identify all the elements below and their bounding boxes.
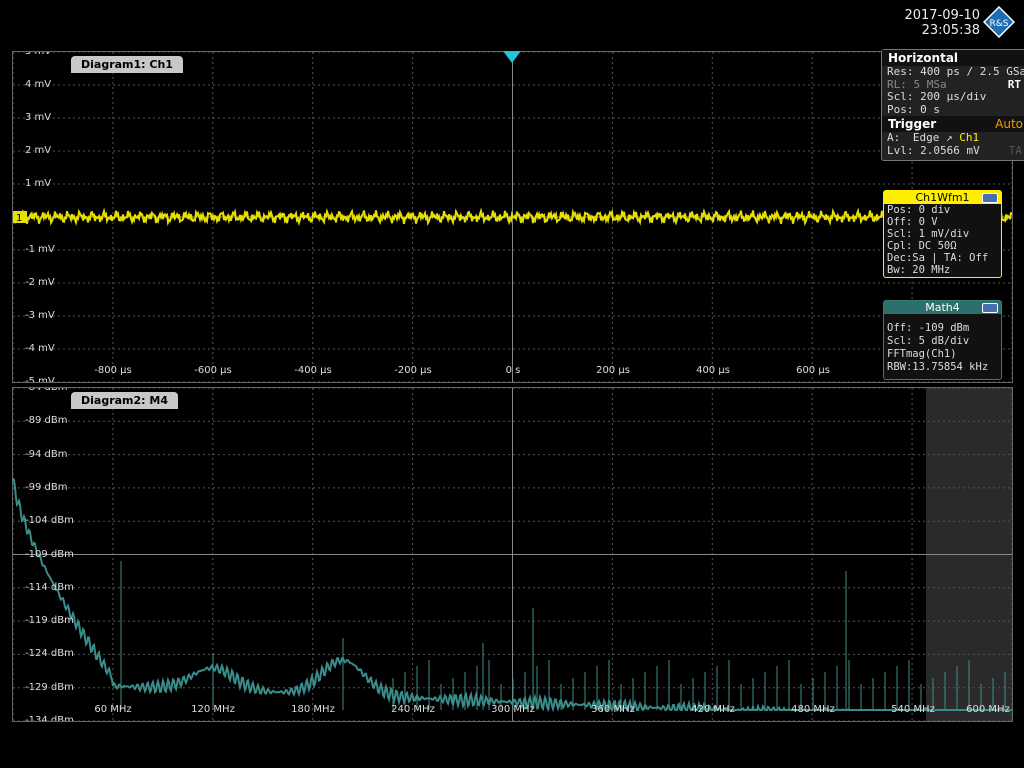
math4-info-row: RBW:13.75854 kHz [887, 361, 989, 373]
y-tick-label: -129 dBm [25, 681, 74, 693]
y-tick-label: -84 dBm [25, 387, 68, 393]
y-tick-label: -134 dBm [25, 715, 74, 722]
trigger-a-label: A: [887, 131, 901, 144]
math4-box[interactable]: Math4 Off: -109 dBm Scl: 5 dB/div FFTmag… [883, 300, 1002, 380]
y-tick-label: -124 dBm [25, 648, 74, 660]
y-tick-label: 1 mV [25, 178, 52, 189]
x-tick-label: 600 MHz [966, 704, 1010, 715]
y-tick-label: 5 mV [25, 51, 52, 57]
minimize-icon[interactable] [982, 303, 998, 313]
y-tick-label: 4 mV [25, 79, 52, 90]
trigger-level: Lvl: 2.0566 mV [887, 143, 980, 157]
y-tick-label: -114 dBm [25, 581, 74, 593]
rt-indicator: RT [1007, 77, 1021, 91]
trigger-title: Trigger [888, 117, 937, 131]
x-tick-label: -600 µs [194, 365, 232, 376]
y-tick-label: -94 dBm [25, 448, 68, 460]
y-tick-label: -104 dBm [25, 515, 74, 527]
horizontal-trigger-panel[interactable]: Horizontal Res: 400 ps / 2.5 GSa/s RL: 5… [881, 49, 1024, 161]
x-tick-label: -400 µs [294, 365, 332, 376]
math4-info-row: FFTmag(Ch1) [887, 348, 957, 360]
x-tick-label: 400 µs [696, 365, 730, 376]
horizontal-position: Pos: 0 s [887, 102, 940, 116]
time-text: 23:05:38 [921, 23, 980, 38]
x-tick-label: 480 MHz [791, 704, 835, 715]
x-tick-label: 60 MHz [94, 704, 132, 715]
x-tick-label: -200 µs [394, 365, 432, 376]
ch1-marker-label: 1 [16, 213, 22, 224]
y-tick-label: -119 dBm [25, 615, 74, 627]
y-tick-label: -89 dBm [25, 415, 68, 427]
ch1-waveform-box[interactable]: Ch1Wfm1 Pos: 0 div Off: 0 V Scl: 1 mV/di… [883, 190, 1002, 278]
x-tick-label: 300 MHz [491, 704, 535, 715]
y-tick-label: 2 mV [25, 145, 52, 156]
trigger-ta: TA [1008, 143, 1022, 157]
diagram1-title[interactable]: Diagram1: Ch1 [71, 56, 183, 73]
ch1-info-row: Off: 0 V [887, 216, 938, 228]
ch1-info-row: Bw: 20 MHz [887, 264, 951, 276]
diagram1-time-domain[interactable]: 1 Diagram1: Ch1 5 mV 4 mV 3 mV 2 mV 1 mV -1 m… [12, 51, 1013, 383]
horizontal-rl: RL: 5 MSa [887, 77, 947, 91]
diagram2-title[interactable]: Diagram2: M4 [71, 392, 178, 409]
y-tick-label: -4 mV [25, 343, 55, 354]
ch1-info-row: Dec:Sa | TA: Off [887, 252, 989, 264]
y-tick-label: -109 dBm [25, 548, 74, 560]
y-tick-label: -3 mV [25, 310, 55, 321]
date-text: 2017-09-10 [904, 8, 980, 23]
math4-info-row: Scl: 5 dB/div [887, 335, 970, 347]
ch1-info-row: Scl: 1 mV/div [887, 228, 970, 240]
x-tick-label: 540 MHz [891, 704, 935, 715]
trigger-type: Edge [912, 131, 940, 144]
trigger-level-row: Lvl: 2.0566 mV TA [882, 143, 1024, 158]
y-tick-label: -1 mV [25, 244, 55, 255]
diagram1-plot: 1 [13, 52, 1012, 382]
y-tick-label: -99 dBm [25, 481, 68, 493]
horizontal-header: Horizontal [882, 50, 1024, 66]
math4-info-row: Off: -109 dBm [887, 322, 970, 334]
datetime: 2017-09-10 23:05:38 [880, 8, 980, 38]
x-tick-label: 120 MHz [191, 704, 235, 715]
diagram2-fft[interactable]: Diagram2: M4 -84 dBm -89 dBm -94 dBm -99 dB… [12, 387, 1013, 722]
diagram2-plot [13, 388, 1012, 721]
horizontal-rl-row: RL: 5 MSa RT [882, 77, 1024, 92]
svg-text:R&S: R&S [990, 19, 1009, 29]
trigger-position-marker[interactable] [503, 51, 521, 65]
y-tick-label: 3 mV [25, 112, 52, 123]
rising-edge-icon: ↗ [946, 131, 953, 144]
x-tick-label: 200 µs [596, 365, 630, 376]
minimize-icon[interactable] [982, 193, 998, 203]
trigger-source: Ch1 [959, 131, 980, 144]
x-tick-label: 360 MHz [591, 704, 635, 715]
x-tick-label: 0 s [505, 365, 521, 376]
x-tick-label: -800 µs [94, 365, 132, 376]
rs-logo: R&S [983, 6, 1015, 38]
horizontal-scale: Scl: 200 µs/div [887, 90, 987, 103]
trigger-mode: Auto [995, 117, 1023, 131]
y-tick-label: -5 mV [25, 376, 55, 383]
x-tick-label: 180 MHz [291, 704, 335, 715]
y-tick-label: -2 mV [25, 277, 55, 288]
trigger-header: Trigger Auto [882, 116, 1024, 132]
ch1-info-row: Pos: 0 div [887, 204, 951, 216]
ch1-info-row: Cpl: DC 50Ω [887, 240, 957, 252]
scope-screen: { "status": {"date": "2017-09-10", "time… [0, 0, 1024, 768]
x-tick-label: 600 µs [796, 365, 830, 376]
x-tick-label: 420 MHz [691, 704, 735, 715]
x-tick-label: 240 MHz [391, 704, 435, 715]
